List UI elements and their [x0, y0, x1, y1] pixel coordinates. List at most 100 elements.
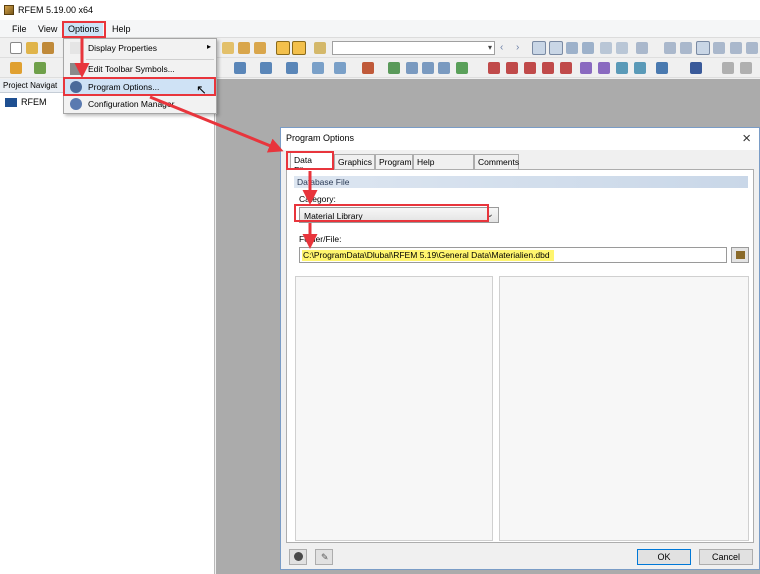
- help-button[interactable]: [289, 549, 307, 565]
- browse-button[interactable]: [731, 247, 749, 263]
- data-files-panel: Database File Category: Material Library…: [286, 169, 754, 543]
- display-properties-icon: [70, 42, 82, 54]
- open-folder-icon[interactable]: [26, 42, 38, 54]
- toolbar-icon[interactable]: [422, 62, 434, 74]
- toolbar-icon[interactable]: [312, 62, 324, 74]
- close-icon[interactable]: ×: [742, 130, 751, 147]
- toolbar-icon[interactable]: [722, 62, 734, 74]
- toolbar-icon[interactable]: [560, 62, 572, 74]
- folder-file-value: C:\ProgramData\Dlubal\RFEM 5.19\General …: [302, 250, 554, 261]
- group-header: Database File: [294, 176, 748, 188]
- toolbar-edit-icon: [70, 63, 82, 75]
- toolbar-icon[interactable]: [740, 62, 752, 74]
- project-navigator: Project Navigat RFEM: [0, 79, 215, 574]
- menu-bar: File View Options Help: [0, 20, 760, 38]
- binoculars-icon: [736, 251, 745, 259]
- toolbar-icon[interactable]: [506, 62, 518, 74]
- toolbar-combo[interactable]: ▾: [332, 41, 495, 55]
- toolbar-icon[interactable]: [234, 62, 246, 74]
- toolbar-icon[interactable]: [388, 62, 400, 74]
- highlight-box-options-menu: [62, 21, 106, 38]
- toolbar-icon[interactable]: [696, 41, 710, 55]
- dialog-title: Program Options: [286, 133, 355, 143]
- toolbar-icon[interactable]: [542, 62, 554, 74]
- chevron-down-icon: ▾: [487, 43, 492, 52]
- rfem-app-icon: [4, 5, 14, 15]
- tab-program[interactable]: Program: [375, 154, 413, 169]
- toolbar-icon[interactable]: [582, 42, 594, 54]
- toolbar-icon[interactable]: [438, 62, 450, 74]
- toolbar-icon[interactable]: [362, 62, 374, 74]
- menu-item-display-properties[interactable]: Display Properties ▸: [65, 39, 215, 57]
- new-file-icon[interactable]: [10, 42, 22, 54]
- highlight-box-category: [294, 204, 489, 222]
- toolbar-icon[interactable]: [730, 42, 742, 54]
- cancel-button[interactable]: Cancel: [699, 549, 753, 565]
- category-label: Category:: [299, 194, 336, 204]
- menu-item-configuration-manager[interactable]: Configuration Manager: [65, 95, 215, 113]
- arrow-right-icon[interactable]: ›: [516, 42, 528, 54]
- toolbar-icon[interactable]: [260, 62, 272, 74]
- configuration-manager-icon: [70, 98, 82, 110]
- toolbar-icon[interactable]: [664, 42, 676, 54]
- arrow-left-icon[interactable]: ‹: [500, 42, 512, 54]
- menu-item-edit-toolbar-symbols[interactable]: Edit Toolbar Symbols...: [65, 60, 215, 78]
- toolbar-icon[interactable]: [488, 62, 500, 74]
- menu-help[interactable]: Help: [112, 24, 131, 34]
- save-icon[interactable]: [42, 42, 54, 54]
- toolbar-icon[interactable]: [600, 42, 612, 54]
- toolbar-icon[interactable]: [238, 42, 250, 54]
- database-list-left[interactable]: [295, 276, 493, 541]
- tab-comments[interactable]: Comments: [474, 154, 519, 169]
- toolbar-icon[interactable]: [549, 41, 563, 55]
- toolbar-icon[interactable]: [616, 42, 628, 54]
- highlight-box-data-files-tab: [286, 151, 334, 170]
- toolbar-icon[interactable]: [254, 42, 266, 54]
- toolbar-icon[interactable]: [34, 62, 46, 74]
- tab-help-assistant[interactable]: Help Assistant: [413, 154, 474, 177]
- toolbar-icon[interactable]: [276, 41, 290, 55]
- toolbar-icon[interactable]: [406, 62, 418, 74]
- toolbar-icon[interactable]: [314, 42, 326, 54]
- tab-graphics[interactable]: Graphics: [334, 154, 375, 169]
- toolbar-icon[interactable]: [10, 62, 22, 74]
- toolbar-icon[interactable]: [634, 62, 646, 74]
- toolbar-icon[interactable]: [524, 62, 536, 74]
- options-menu: Display Properties ▸ Edit Toolbar Symbol…: [63, 38, 217, 114]
- toolbar-icon[interactable]: [456, 62, 468, 74]
- menu-file[interactable]: File: [12, 24, 27, 34]
- help-icon: [294, 552, 303, 561]
- window-title: RFEM 5.19.00 x64: [18, 5, 94, 15]
- toolbar-icon[interactable]: [656, 62, 668, 74]
- toolbar-icon[interactable]: [713, 42, 725, 54]
- folder-label: Folder/File:: [299, 234, 342, 244]
- toolbar-icon[interactable]: [532, 41, 546, 55]
- edit-button[interactable]: ✎: [315, 549, 333, 565]
- navigator-item-rfem[interactable]: RFEM: [21, 97, 47, 107]
- toolbar-icon[interactable]: [616, 62, 628, 74]
- toolbar-icon[interactable]: [680, 42, 692, 54]
- program-options-dialog: Program Options × Data Files Graphics Pr…: [280, 127, 760, 570]
- menu-view[interactable]: View: [38, 24, 57, 34]
- highlight-box-program-options: [63, 77, 216, 96]
- rfem-project-icon: [5, 98, 17, 107]
- toolbar-icon[interactable]: [334, 62, 346, 74]
- folder-file-input[interactable]: C:\ProgramData\Dlubal\RFEM 5.19\General …: [299, 247, 727, 263]
- toolbar-icon[interactable]: [690, 62, 702, 74]
- edit-icon: ✎: [321, 552, 329, 562]
- toolbar-icon[interactable]: [286, 62, 298, 74]
- toolbar-icon[interactable]: [746, 42, 758, 54]
- title-bar: RFEM 5.19.00 x64: [0, 0, 760, 20]
- database-list-right[interactable]: [499, 276, 749, 541]
- group-title: Database File: [297, 177, 350, 187]
- submenu-arrow-icon: ▸: [206, 42, 211, 51]
- toolbar-icon[interactable]: [636, 42, 648, 54]
- ok-button[interactable]: OK: [637, 549, 691, 565]
- toolbar-icon[interactable]: [292, 41, 306, 55]
- toolbar-icon[interactable]: [222, 42, 234, 54]
- toolbar-icon[interactable]: [598, 62, 610, 74]
- toolbar-icon[interactable]: [566, 42, 578, 54]
- dialog-titlebar: Program Options ×: [281, 128, 759, 150]
- toolbar-icon[interactable]: [580, 62, 592, 74]
- navigator-title: Project Navigat: [3, 81, 58, 90]
